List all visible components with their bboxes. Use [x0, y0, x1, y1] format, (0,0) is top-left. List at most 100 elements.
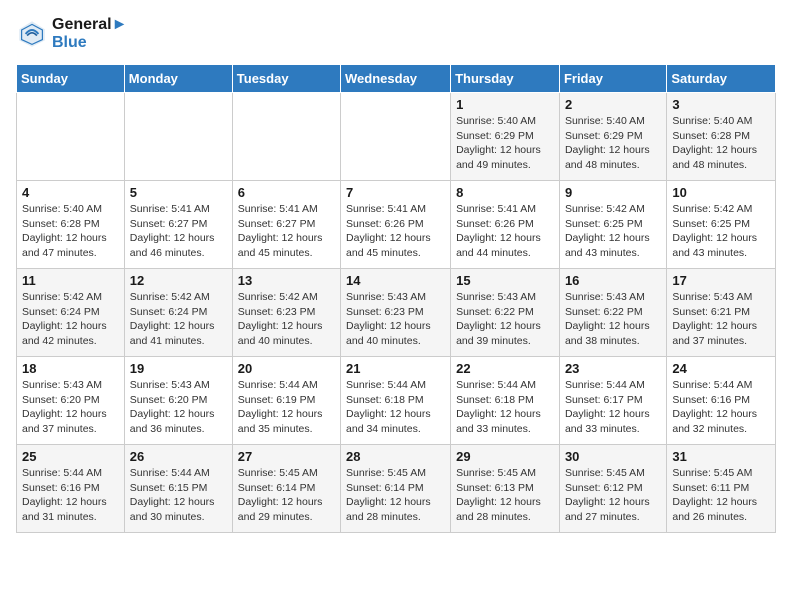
column-header-wednesday: Wednesday — [341, 65, 451, 93]
calendar-cell: 27 Sunrise: 5:45 AM Sunset: 6:14 PM Dayli… — [232, 445, 340, 533]
calendar-cell: 4 Sunrise: 5:40 AM Sunset: 6:28 PM Daylig… — [17, 181, 125, 269]
day-info: Sunrise: 5:45 AM Sunset: 6:14 PM Dayligh… — [238, 466, 335, 525]
calendar-cell: 23Sunrise: 5:44 AM Sunset: 6:17 PM Dayli… — [559, 357, 666, 445]
calendar-cell: 2 Sunrise: 5:40 AM Sunset: 6:29 PM Daylig… — [559, 93, 666, 181]
day-info: Sunrise: 5:45 AM Sunset: 6:14 PM Dayligh… — [346, 466, 445, 525]
calendar-cell: 6Sunrise: 5:41 AM Sunset: 6:27 PM Daylig… — [232, 181, 340, 269]
day-number: 27 — [238, 449, 335, 464]
day-number: 22 — [456, 361, 554, 376]
day-info: Sunrise: 5:43 AM Sunset: 6:22 PM Dayligh… — [565, 290, 661, 349]
day-info: Sunrise: 5:44 AM Sunset: 6:18 PM Dayligh… — [346, 378, 445, 437]
calendar-cell: 14 Sunrise: 5:43 AM Sunset: 6:23 PM Dayli… — [341, 269, 451, 357]
day-info: Sunrise: 5:44 AM Sunset: 6:19 PM Dayligh… — [238, 378, 335, 437]
calendar-cell: 29 Sunrise: 5:45 AM Sunset: 6:13 PM Dayli… — [451, 445, 560, 533]
calendar-table: SundayMondayTuesdayWednesdayThursdayFrid… — [16, 64, 776, 533]
day-info: Sunrise: 5:42 AM Sunset: 6:24 PM Dayligh… — [130, 290, 227, 349]
day-number: 2 — [565, 97, 661, 112]
day-info: Sunrise: 5:41 AM Sunset: 6:26 PM Dayligh… — [346, 202, 445, 261]
day-number: 11 — [22, 273, 119, 288]
day-info: Sunrise: 5:44 AM Sunset: 6:18 PM Dayligh… — [456, 378, 554, 437]
logo-text: General► Blue — [52, 16, 127, 52]
day-number: 12 — [130, 273, 227, 288]
calendar-cell: 28 Sunrise: 5:45 AM Sunset: 6:14 PM Dayli… — [341, 445, 451, 533]
calendar-cell: 12 Sunrise: 5:42 AM Sunset: 6:24 PM Dayli… — [124, 269, 232, 357]
day-number: 18 — [22, 361, 119, 376]
column-header-saturday: Saturday — [667, 65, 776, 93]
day-info: Sunrise: 5:43 AM Sunset: 6:20 PM Dayligh… — [130, 378, 227, 437]
day-info: Sunrise: 5:43 AM Sunset: 6:21 PM Dayligh… — [672, 290, 770, 349]
day-info: Sunrise: 5:41 AM Sunset: 6:27 PM Dayligh… — [238, 202, 335, 261]
calendar-cell — [232, 93, 340, 181]
column-header-thursday: Thursday — [451, 65, 560, 93]
day-info: Sunrise: 5:44 AM Sunset: 6:16 PM Dayligh… — [672, 378, 770, 437]
day-info: Sunrise: 5:43 AM Sunset: 6:23 PM Dayligh… — [346, 290, 445, 349]
day-number: 26 — [130, 449, 227, 464]
day-info: Sunrise: 5:43 AM Sunset: 6:22 PM Dayligh… — [456, 290, 554, 349]
calendar-cell: 24 Sunrise: 5:44 AM Sunset: 6:16 PM Dayli… — [667, 357, 776, 445]
day-number: 15 — [456, 273, 554, 288]
day-number: 14 — [346, 273, 445, 288]
calendar-cell: 25 Sunrise: 5:44 AM Sunset: 6:16 PM Dayli… — [17, 445, 125, 533]
day-number: 21 — [346, 361, 445, 376]
day-number: 24 — [672, 361, 770, 376]
column-header-friday: Friday — [559, 65, 666, 93]
day-number: 4 — [22, 185, 119, 200]
day-number: 9 — [565, 185, 661, 200]
day-info: Sunrise: 5:40 AM Sunset: 6:28 PM Dayligh… — [672, 114, 770, 173]
logo: General► Blue — [16, 16, 127, 52]
day-info: Sunrise: 5:42 AM Sunset: 6:25 PM Dayligh… — [672, 202, 770, 261]
day-info: Sunrise: 5:40 AM Sunset: 6:29 PM Dayligh… — [565, 114, 661, 173]
calendar-cell: 8 Sunrise: 5:41 AM Sunset: 6:26 PM Daylig… — [451, 181, 560, 269]
day-number: 3 — [672, 97, 770, 112]
day-info: Sunrise: 5:40 AM Sunset: 6:28 PM Dayligh… — [22, 202, 119, 261]
calendar-cell: 18 Sunrise: 5:43 AM Sunset: 6:20 PM Dayli… — [17, 357, 125, 445]
day-number: 1 — [456, 97, 554, 112]
day-number: 30 — [565, 449, 661, 464]
day-info: Sunrise: 5:43 AM Sunset: 6:20 PM Dayligh… — [22, 378, 119, 437]
day-info: Sunrise: 5:44 AM Sunset: 6:15 PM Dayligh… — [130, 466, 227, 525]
calendar-cell — [17, 93, 125, 181]
day-info: Sunrise: 5:42 AM Sunset: 6:24 PM Dayligh… — [22, 290, 119, 349]
calendar-cell: 16 Sunrise: 5:43 AM Sunset: 6:22 PM Dayli… — [559, 269, 666, 357]
day-number: 31 — [672, 449, 770, 464]
calendar-cell: 3 Sunrise: 5:40 AM Sunset: 6:28 PM Daylig… — [667, 93, 776, 181]
day-info: Sunrise: 5:42 AM Sunset: 6:23 PM Dayligh… — [238, 290, 335, 349]
day-number: 23 — [565, 361, 661, 376]
day-number: 17 — [672, 273, 770, 288]
day-number: 10 — [672, 185, 770, 200]
column-header-sunday: Sunday — [17, 65, 125, 93]
calendar-cell: 26 Sunrise: 5:44 AM Sunset: 6:15 PM Dayli… — [124, 445, 232, 533]
calendar-cell: 17 Sunrise: 5:43 AM Sunset: 6:21 PM Dayli… — [667, 269, 776, 357]
day-info: Sunrise: 5:41 AM Sunset: 6:27 PM Dayligh… — [130, 202, 227, 261]
day-info: Sunrise: 5:41 AM Sunset: 6:26 PM Dayligh… — [456, 202, 554, 261]
day-info: Sunrise: 5:44 AM Sunset: 6:16 PM Dayligh… — [22, 466, 119, 525]
day-number: 28 — [346, 449, 445, 464]
calendar-cell: 15 Sunrise: 5:43 AM Sunset: 6:22 PM Dayli… — [451, 269, 560, 357]
calendar-cell: 30 Sunrise: 5:45 AM Sunset: 6:12 PM Dayli… — [559, 445, 666, 533]
day-info: Sunrise: 5:45 AM Sunset: 6:13 PM Dayligh… — [456, 466, 554, 525]
day-info: Sunrise: 5:45 AM Sunset: 6:11 PM Dayligh… — [672, 466, 770, 525]
page-header: General► Blue — [16, 16, 776, 52]
calendar-cell: 9 Sunrise: 5:42 AM Sunset: 6:25 PM Daylig… — [559, 181, 666, 269]
calendar-cell: 31 Sunrise: 5:45 AM Sunset: 6:11 PM Dayli… — [667, 445, 776, 533]
calendar-cell: 1 Sunrise: 5:40 AM Sunset: 6:29 PM Daylig… — [451, 93, 560, 181]
day-number: 7 — [346, 185, 445, 200]
day-number: 8 — [456, 185, 554, 200]
calendar-cell: 13 Sunrise: 5:42 AM Sunset: 6:23 PM Dayli… — [232, 269, 340, 357]
day-info: Sunrise: 5:40 AM Sunset: 6:29 PM Dayligh… — [456, 114, 554, 173]
column-header-tuesday: Tuesday — [232, 65, 340, 93]
day-number: 20 — [238, 361, 335, 376]
day-number: 13 — [238, 273, 335, 288]
day-info: Sunrise: 5:42 AM Sunset: 6:25 PM Dayligh… — [565, 202, 661, 261]
calendar-cell — [124, 93, 232, 181]
calendar-cell: 11 Sunrise: 5:42 AM Sunset: 6:24 PM Dayli… — [17, 269, 125, 357]
day-number: 25 — [22, 449, 119, 464]
day-number: 16 — [565, 273, 661, 288]
day-number: 29 — [456, 449, 554, 464]
logo-icon — [16, 18, 48, 50]
day-info: Sunrise: 5:45 AM Sunset: 6:12 PM Dayligh… — [565, 466, 661, 525]
calendar-cell: 21 Sunrise: 5:44 AM Sunset: 6:18 PM Dayli… — [341, 357, 451, 445]
calendar-cell: 10 Sunrise: 5:42 AM Sunset: 6:25 PM Dayli… — [667, 181, 776, 269]
day-number: 5 — [130, 185, 227, 200]
calendar-cell: 19Sunrise: 5:43 AM Sunset: 6:20 PM Dayli… — [124, 357, 232, 445]
